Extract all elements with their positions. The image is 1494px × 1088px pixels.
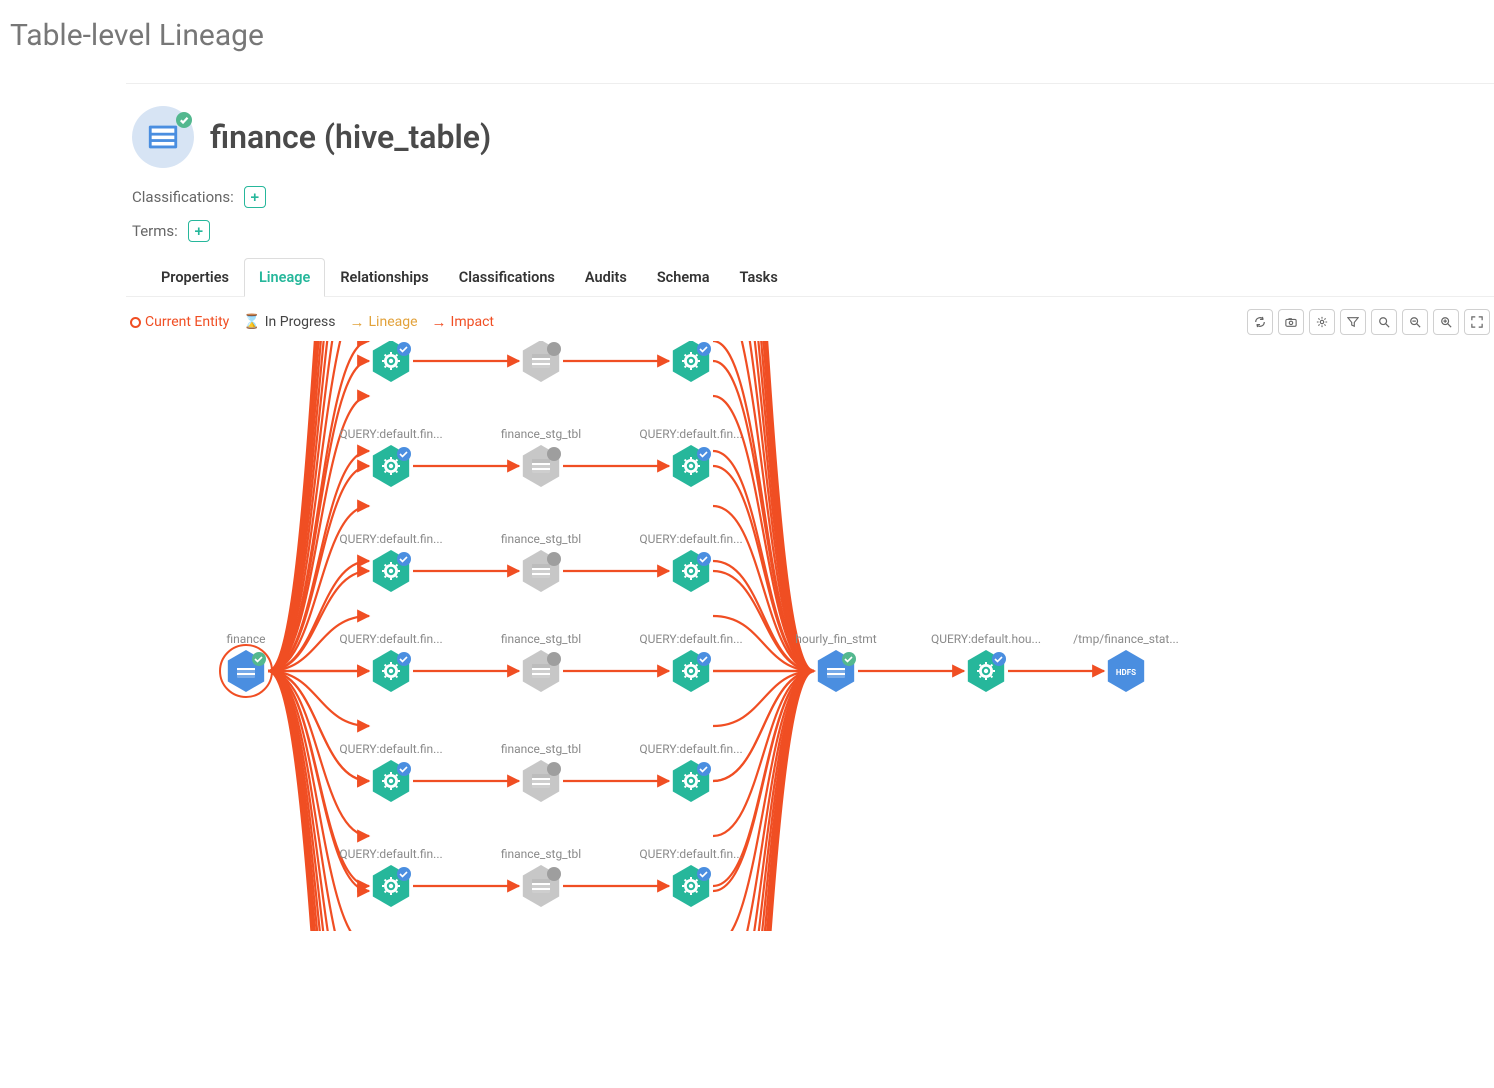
node-label: finance_stg_tbl [501,742,581,756]
node-label: finance_stg_tbl [501,427,581,441]
lineage-node[interactable] [673,341,711,382]
legend-current: Current Entity [145,314,229,330]
tabs: PropertiesLineageRelationshipsClassifica… [126,258,1494,297]
camera-button[interactable] [1278,309,1304,335]
node-label: QUERY:default.fin... [639,427,742,441]
lineage-edge [713,671,814,931]
lineage-node[interactable]: finance_stg_tbl [501,532,581,592]
search-button[interactable] [1371,309,1397,335]
lineage-edge [268,671,369,931]
node-label: QUERY:default.fin... [339,847,442,861]
node-label: finance_stg_tbl [501,532,581,546]
lineage-node[interactable]: QUERY:default.fin... [339,632,442,692]
tab-classifications[interactable]: Classifications [444,258,570,297]
lineage-node[interactable]: QUERY:default.fin... [639,532,742,592]
lineage-node[interactable] [523,341,561,382]
node-label: QUERY:default.fin... [639,532,742,546]
node-label: QUERY:default.fin... [339,632,442,646]
node-label: finance_stg_tbl [501,847,581,861]
refresh-button[interactable] [1247,309,1273,335]
node-label: /tmp/finance_stat... [1073,632,1179,646]
legend-in-progress: In Progress [265,314,336,330]
node-label: hourly_fin_stmt [795,632,876,646]
page-heading: Table-level Lineage [10,18,1494,53]
tab-tasks[interactable]: Tasks [725,258,793,297]
lineage-node[interactable]: QUERY:default.fin... [639,632,742,692]
lineage-node[interactable]: finance [220,632,272,697]
node-label: QUERY:default.fin... [639,632,742,646]
lineage-node[interactable] [373,341,411,382]
zoom-out-button[interactable] [1402,309,1428,335]
legend-lineage: Lineage [369,314,418,330]
lineage-node[interactable]: finance_stg_tbl [501,847,581,907]
node-label: QUERY:default.fin... [639,847,742,861]
tab-lineage[interactable]: Lineage [244,258,325,297]
lineage-node[interactable]: QUERY:default.hou... [931,632,1041,692]
tab-properties[interactable]: Properties [146,258,244,297]
lineage-node[interactable]: QUERY:default.fin... [639,847,742,907]
tab-audits[interactable]: Audits [570,258,642,297]
lineage-node[interactable]: finance_stg_tbl [501,632,581,692]
lineage-node[interactable]: QUERY:default.fin... [339,532,442,592]
fullscreen-button[interactable] [1464,309,1490,335]
legend-impact: Impact [451,314,494,330]
classifications-label: Classifications: [132,188,234,206]
entity-type-icon [132,106,194,168]
node-label: QUERY:default.fin... [639,742,742,756]
node-label: QUERY:default.fin... [339,742,442,756]
lineage-node[interactable]: QUERY:default.fin... [339,847,442,907]
lineage-node[interactable]: finance_stg_tbl [501,427,581,487]
node-label: QUERY:default.fin... [339,532,442,546]
entity-header: finance (hive_table) [126,98,1494,180]
lineage-node[interactable]: QUERY:default.fin... [339,742,442,802]
settings-button[interactable] [1309,309,1335,335]
entity-title: finance (hive_table) [210,118,491,156]
filter-button[interactable] [1340,309,1366,335]
node-label: finance_stg_tbl [501,632,581,646]
lineage-legend: Current Entity ⌛In Progress →Lineage →Im… [130,313,494,331]
lineage-node[interactable]: HDFS/tmp/finance_stat... [1073,632,1179,692]
zoom-in-button[interactable] [1433,309,1459,335]
lineage-node[interactable]: hourly_fin_stmt [795,632,876,692]
lineage-graph[interactable]: finance QUERY:default.fin... finance_stg_t… [126,341,1282,931]
node-label: QUERY:default.fin... [339,427,442,441]
node-label: QUERY:default.hou... [931,632,1041,646]
tab-schema[interactable]: Schema [642,258,725,297]
add-term-button[interactable]: + [188,220,210,242]
lineage-node[interactable]: finance_stg_tbl [501,742,581,802]
terms-label: Terms: [132,222,178,240]
lineage-node[interactable]: QUERY:default.fin... [639,742,742,802]
node-label: finance [226,632,265,646]
svg-text:HDFS: HDFS [1116,668,1136,677]
tab-relationships[interactable]: Relationships [325,258,443,297]
add-classification-button[interactable]: + [244,186,266,208]
